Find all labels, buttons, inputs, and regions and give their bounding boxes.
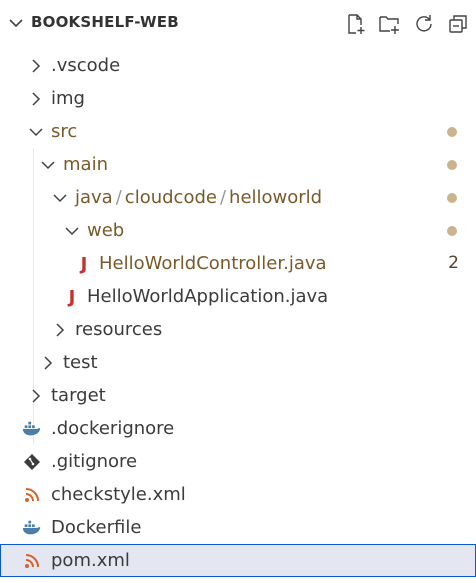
tree-item-application[interactable]: J HelloWorldApplication.java (0, 280, 476, 313)
chevron-down-icon[interactable] (39, 156, 57, 174)
tree-item-img[interactable]: img (0, 82, 476, 115)
tree-item-label: HelloWorldController.java (99, 253, 327, 274)
tree-item-label: web (87, 220, 125, 241)
tree-item-main[interactable]: main (0, 148, 476, 181)
docker-icon (22, 419, 42, 439)
tree-item-label: img (51, 88, 85, 109)
tree-item-label: resources (75, 319, 163, 340)
modified-indicator (447, 160, 457, 170)
tree-item-resources[interactable]: resources (0, 313, 476, 346)
git-icon (22, 452, 42, 472)
tree-item-pom[interactable]: pom.xml (0, 544, 476, 577)
tree-item-label: pom.xml (51, 550, 130, 571)
modified-indicator (447, 127, 457, 137)
tree-item-target[interactable]: target (0, 379, 476, 412)
path-separator: / (115, 187, 122, 208)
modified-indicator (447, 193, 457, 203)
tree-item-label: target (51, 385, 106, 406)
new-folder-icon[interactable] (378, 12, 402, 36)
chevron-down-icon[interactable] (6, 13, 26, 33)
path-segment[interactable]: helloworld (229, 187, 322, 208)
chevron-down-icon[interactable] (63, 222, 81, 240)
xml-rss-icon (22, 485, 42, 505)
chevron-right-icon[interactable] (51, 321, 69, 339)
path-segment[interactable]: cloudcode (125, 187, 217, 208)
chevron-right-icon[interactable] (27, 57, 45, 75)
tree-item-label: .gitignore (51, 451, 138, 472)
tree-item-label: HelloWorldApplication.java (87, 286, 329, 307)
xml-rss-icon (22, 551, 42, 571)
chevron-right-icon[interactable] (27, 387, 45, 405)
tree-item-label: main (63, 154, 108, 175)
chevron-down-icon[interactable] (51, 189, 69, 207)
chevron-right-icon[interactable] (27, 90, 45, 108)
modified-indicator (447, 226, 457, 236)
tree-item-controller[interactable]: J HelloWorldController.java 2 (0, 247, 476, 280)
path-segment[interactable]: java (75, 187, 113, 208)
tree-item-web[interactable]: web (0, 214, 476, 247)
tree-item-label: .dockerignore (51, 418, 175, 439)
tree-item-dockerfile[interactable]: Dockerfile (0, 511, 476, 544)
tree-item-label: .vscode (51, 55, 121, 76)
tree-item-label: test (63, 352, 98, 373)
java-file-icon: J (80, 253, 88, 275)
tree-item-checkstyle[interactable]: checkstyle.xml (0, 478, 476, 511)
explorer-actions (344, 12, 470, 36)
chevron-down-icon[interactable] (27, 123, 45, 141)
docker-icon (22, 518, 42, 538)
workspace-title[interactable]: BOOKSHELF-WEB (31, 13, 179, 31)
tree-item-vscode[interactable]: .vscode (0, 49, 476, 82)
tree-item-label: Dockerfile (51, 517, 142, 538)
tree-item-java-package[interactable]: java / cloudcode / helloworld (0, 181, 476, 214)
tree-item-label: src (51, 121, 78, 142)
tree-item-test[interactable]: test (0, 346, 476, 379)
collapse-all-icon[interactable] (446, 12, 470, 36)
file-tree: .vscode img src main java / cloudcode / hell… (0, 49, 476, 577)
path-separator: / (219, 187, 227, 208)
tree-item-gitignore[interactable]: .gitignore (0, 445, 476, 478)
tree-item-label: checkstyle.xml (51, 484, 186, 505)
java-file-icon: J (68, 286, 76, 308)
chevron-right-icon[interactable] (39, 354, 57, 372)
new-file-icon[interactable] (344, 12, 368, 36)
problem-count-badge: 2 (448, 253, 459, 273)
tree-item-dockerignore[interactable]: .dockerignore (0, 412, 476, 445)
refresh-icon[interactable] (412, 12, 436, 36)
tree-item-src[interactable]: src (0, 115, 476, 148)
tree-item-label: java / cloudcode / helloworld (75, 187, 322, 208)
explorer-header: BOOKSHELF-WEB (0, 0, 476, 46)
